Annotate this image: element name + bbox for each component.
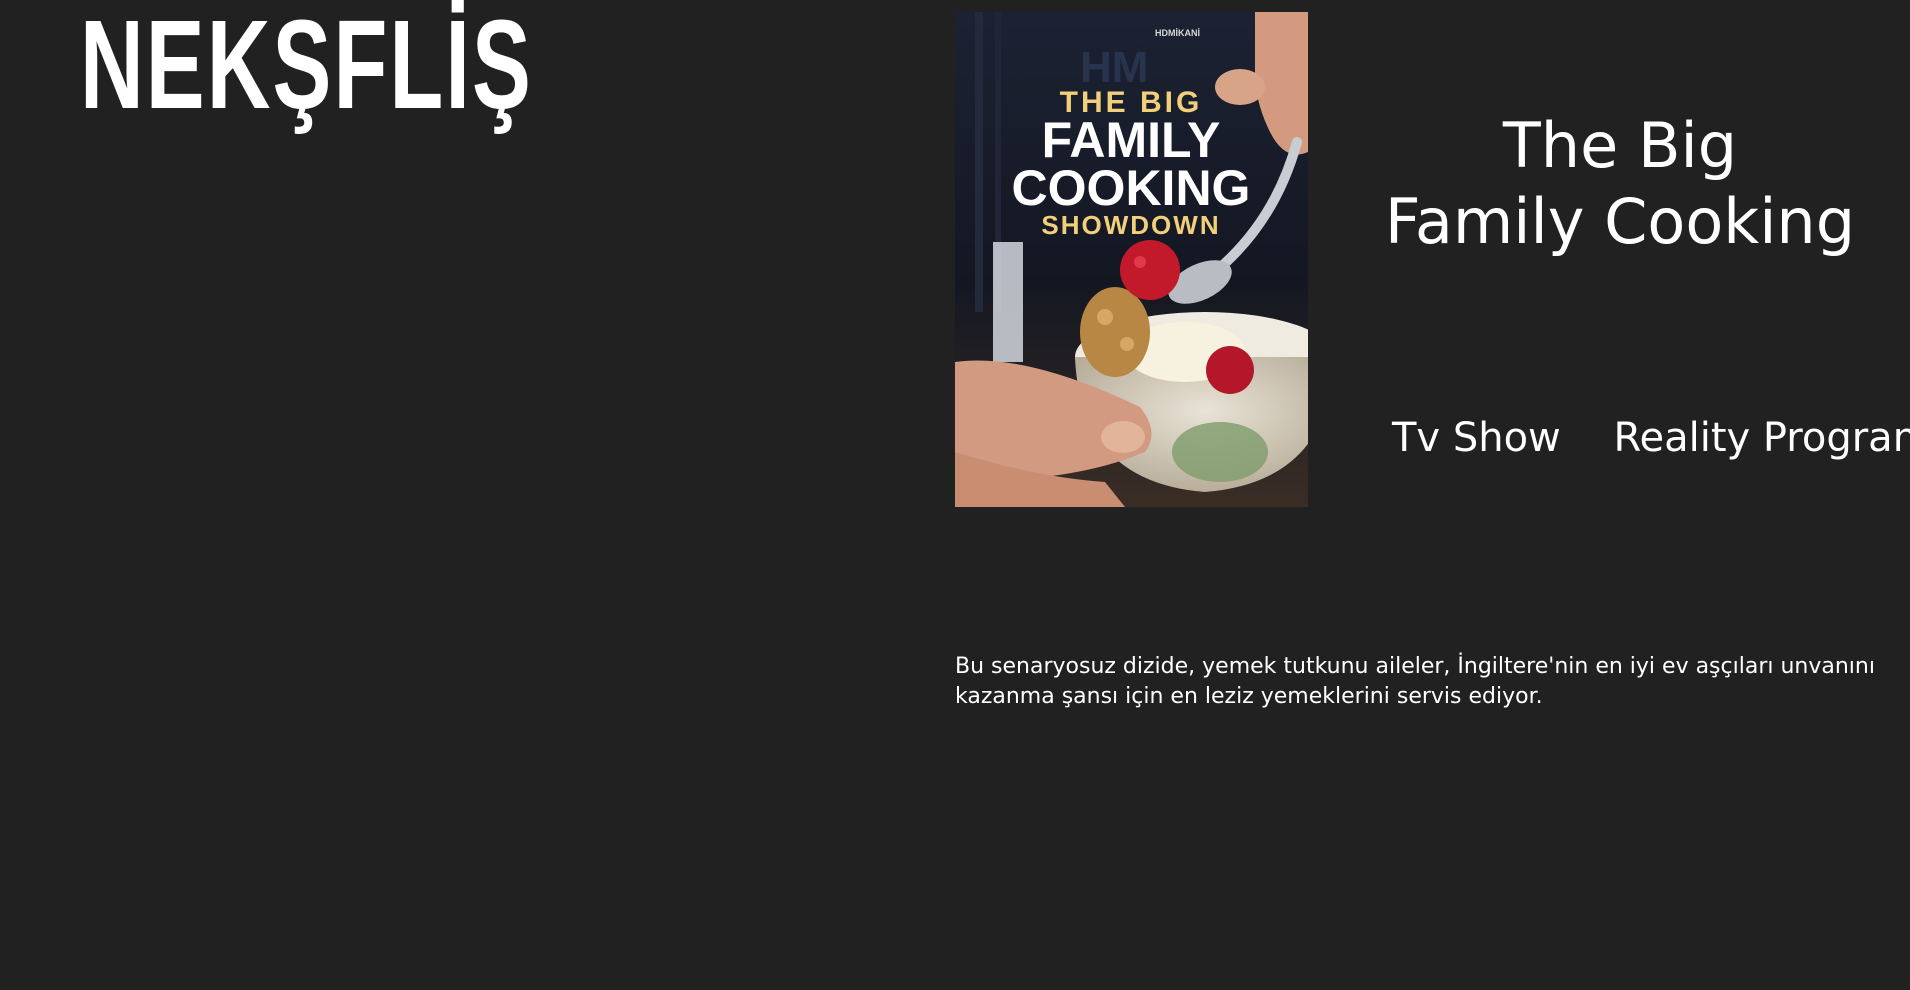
poster-badge: HDMİKANİ — [1155, 28, 1200, 38]
tag-tv-show: Tv Show — [1392, 415, 1561, 461]
show-description: Bu senaryosuz dizide, yemek tutkunu aile… — [955, 654, 1875, 709]
show-tags: Tv Show Reality Program — [1392, 410, 1910, 466]
show-poster: HDMİKANİ HM THE BIG FAMILY COOKING SHOWD… — [955, 12, 1308, 507]
show-title: The Big Family Cooking — [1360, 108, 1880, 260]
svg-text:HM: HM — [1080, 43, 1148, 92]
poster-title-line3: COOKING — [1012, 160, 1251, 216]
brand-logo[interactable]: NEKŞFLİŞ — [80, 2, 533, 128]
show-title-line2: Family Cooking — [1384, 185, 1856, 258]
poster-artwork: HDMİKANİ HM THE BIG FAMILY COOKING SHOWD… — [955, 12, 1308, 507]
show-title-line1: The Big — [1502, 109, 1738, 182]
poster-title-line4: SHOWDOWN — [1041, 210, 1220, 240]
tag-reality-program: Reality Program — [1613, 415, 1910, 461]
